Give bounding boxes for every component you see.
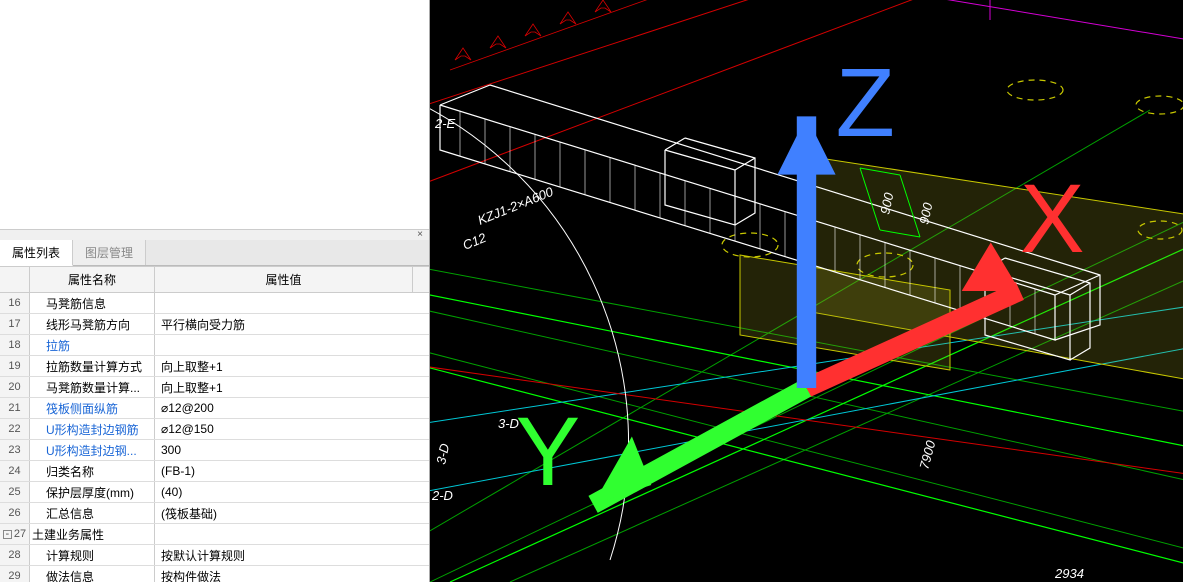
svg-text:KZJ1-2×A600: KZJ1-2×A600 [476, 184, 556, 228]
property-name: 土建业务属性 [32, 526, 104, 543]
property-name: U形构造封边钢筋 [46, 421, 139, 438]
panel-header: × [0, 230, 429, 240]
property-value-cell[interactable]: 向上取整+1 [155, 377, 429, 397]
table-row[interactable]: 29 做法信息 按构件做法 [0, 566, 429, 582]
cad-drawing: KZJ1-2×A600 C12 2-E 3-D 3-D 2-D 900 900 … [430, 0, 1183, 582]
property-value-cell[interactable] [155, 335, 429, 355]
property-name-cell[interactable]: 拉筋 [30, 335, 155, 355]
property-name-cell[interactable]: 马凳筋数量计算... [30, 377, 155, 397]
svg-text:C12: C12 [461, 230, 489, 253]
property-name-cell[interactable]: 做法信息 [30, 566, 155, 582]
tab-layers[interactable]: 图层管理 [73, 240, 146, 265]
table-row[interactable]: 22 U形构造封边钢筋 ⌀12@150 [0, 419, 429, 440]
row-number: 19 [0, 356, 30, 376]
grid-header: 属性名称 属性值 [0, 267, 429, 293]
cad-viewport[interactable]: KZJ1-2×A600 C12 2-E 3-D 3-D 2-D 900 900 … [430, 0, 1183, 582]
row-number: 23 [0, 440, 30, 460]
row-number: 16 [0, 293, 30, 313]
table-row[interactable]: 24 归类名称 (FB-1) [0, 461, 429, 482]
col-header-name[interactable]: 属性名称 [30, 267, 155, 292]
svg-text:2-D: 2-D [431, 488, 453, 503]
upper-blank-area [0, 0, 429, 230]
row-number: 20 [0, 377, 30, 397]
property-name-cell[interactable]: 汇总信息 [30, 503, 155, 523]
row-number: 26 [0, 503, 30, 523]
tabs: 属性列表 图层管理 [0, 240, 429, 266]
property-name: 保护层厚度(mm) [46, 484, 134, 501]
table-row[interactable]: 21 筏板侧面纵筋 ⌀12@200 [0, 398, 429, 419]
svg-text:2934: 2934 [1054, 566, 1084, 581]
row-number: 18 [0, 335, 30, 355]
row-number: 29 [0, 566, 30, 582]
svg-text:3-D: 3-D [433, 442, 452, 466]
property-value-cell[interactable]: (40) [155, 482, 429, 502]
table-row[interactable]: 17 线形马凳筋方向 平行横向受力筋 [0, 314, 429, 335]
svg-text:7900: 7900 [916, 438, 938, 471]
table-row[interactable]: 18 拉筋 [0, 335, 429, 356]
property-name-cell[interactable]: 保护层厚度(mm) [30, 482, 155, 502]
tab-properties[interactable]: 属性列表 [0, 240, 73, 266]
property-name-cell[interactable]: 拉筋数量计算方式 [30, 356, 155, 376]
close-icon[interactable]: × [413, 230, 427, 240]
row-number: -27 [0, 524, 30, 544]
property-name: 马凳筋数量计算... [46, 379, 140, 396]
table-row[interactable]: 26 汇总信息 (筏板基础) [0, 503, 429, 524]
property-name-cell[interactable]: 马凳筋信息 [30, 293, 155, 313]
property-name: 拉筋 [46, 337, 70, 354]
property-value-cell[interactable]: ⌀12@200 [155, 398, 429, 418]
property-value-cell[interactable]: 按默认计算规则 [155, 545, 429, 565]
table-row[interactable]: 20 马凳筋数量计算... 向上取整+1 [0, 377, 429, 398]
property-name-cell[interactable]: U形构造封边钢筋 [30, 419, 155, 439]
row-number: 28 [0, 545, 30, 565]
col-header-value[interactable]: 属性值 [155, 267, 413, 292]
property-name: 汇总信息 [46, 505, 94, 522]
property-name-cell[interactable]: 归类名称 [30, 461, 155, 481]
property-name-cell[interactable]: 土建业务属性 [30, 524, 155, 544]
row-number: 17 [0, 314, 30, 334]
table-row[interactable]: 23 U形构造封边钢... 300 [0, 440, 429, 461]
property-name-cell[interactable]: 筏板侧面纵筋 [30, 398, 155, 418]
property-name-cell[interactable]: 线形马凳筋方向 [30, 314, 155, 334]
property-name: 计算规则 [46, 547, 94, 564]
property-value-cell[interactable]: (筏板基础) [155, 503, 429, 523]
property-name: 拉筋数量计算方式 [46, 358, 142, 375]
row-number: 24 [0, 461, 30, 481]
table-row[interactable]: 28 计算规则 按默认计算规则 [0, 545, 429, 566]
expand-icon[interactable]: - [3, 530, 12, 539]
property-value-cell[interactable]: ⌀12@150 [155, 419, 429, 439]
property-grid[interactable]: 属性名称 属性值 16 马凳筋信息 17 线形马凳筋方向 平行横向受力筋 18 拉筋 19 拉筋… [0, 266, 429, 582]
property-value-cell[interactable] [155, 293, 429, 313]
table-row[interactable]: 25 保护层厚度(mm) (40) [0, 482, 429, 503]
property-name-cell[interactable]: U形构造封边钢... [30, 440, 155, 460]
property-value-cell[interactable]: 向上取整+1 [155, 356, 429, 376]
property-value-cell[interactable]: (FB-1) [155, 461, 429, 481]
svg-text:3-D: 3-D [498, 416, 519, 431]
row-number: 22 [0, 419, 30, 439]
row-number: 25 [0, 482, 30, 502]
svg-text:2-E: 2-E [434, 116, 456, 131]
property-value-cell[interactable]: 按构件做法 [155, 566, 429, 582]
property-name-cell[interactable]: 计算规则 [30, 545, 155, 565]
property-value-cell[interactable]: 300 [155, 440, 429, 460]
property-name: 归类名称 [46, 463, 94, 480]
property-name: 马凳筋信息 [46, 295, 106, 312]
property-name: 线形马凳筋方向 [46, 316, 130, 333]
table-row[interactable]: 19 拉筋数量计算方式向上取整+1 [0, 356, 429, 377]
left-panel: × 属性列表 图层管理 属性名称 属性值 16 马凳筋信息 17 线形马凳筋方向 平行横… [0, 0, 430, 582]
row-number: 21 [0, 398, 30, 418]
property-value-cell[interactable]: 平行横向受力筋 [155, 314, 429, 334]
table-row[interactable]: 16 马凳筋信息 [0, 293, 429, 314]
table-row[interactable]: -27土建业务属性 [0, 524, 429, 545]
property-name: 做法信息 [46, 568, 94, 582]
property-value-cell[interactable] [155, 524, 429, 544]
property-name: U形构造封边钢... [46, 442, 137, 459]
property-name: 筏板侧面纵筋 [46, 400, 118, 417]
